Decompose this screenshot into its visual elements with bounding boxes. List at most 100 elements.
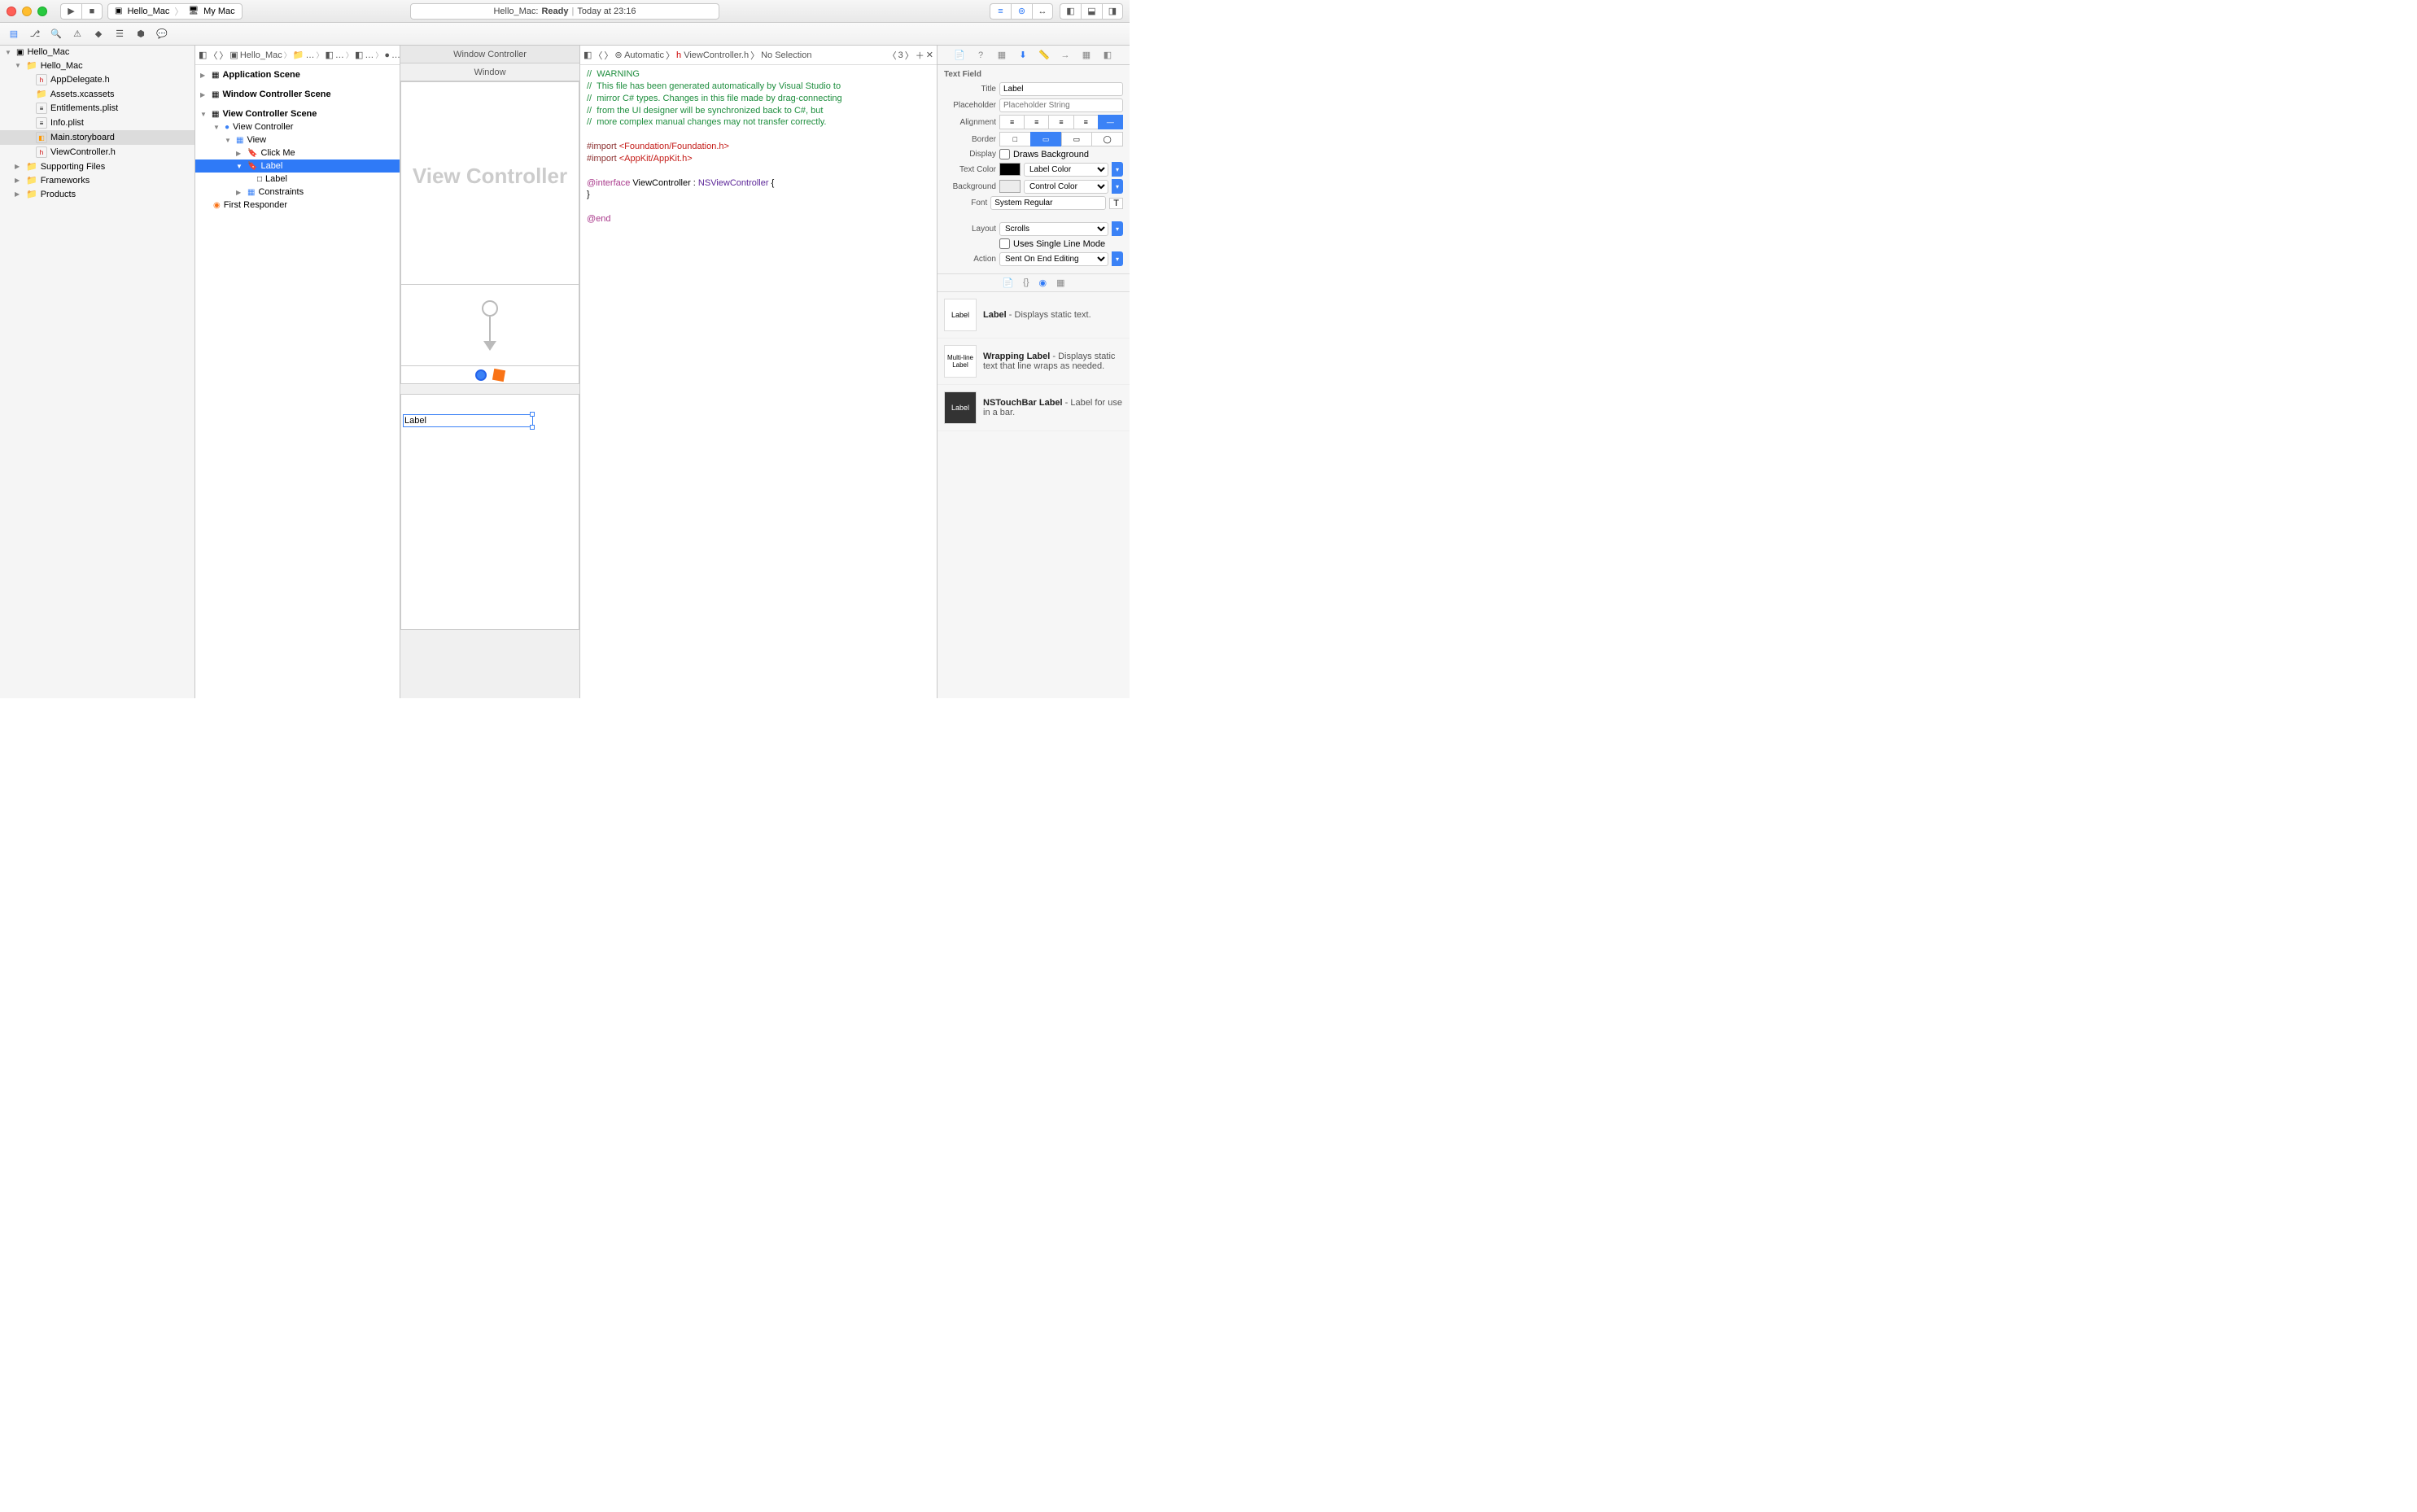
crumb-vc[interactable]: ● … — [384, 50, 400, 60]
outline-label-cell[interactable]: □Label — [195, 173, 400, 186]
counterpart-next-button[interactable]: 〉 — [905, 49, 914, 62]
back-button[interactable]: 〈 — [593, 49, 602, 62]
nav-file-viewcontroller[interactable]: hViewController.h — [0, 145, 194, 160]
project-navigator-tab[interactable]: ▤ — [7, 27, 21, 42]
layout-select[interactable]: Scrolls — [999, 222, 1108, 236]
outline-vc[interactable]: ▼●View Controller — [195, 120, 400, 133]
add-editor-button[interactable]: ＋ — [916, 49, 924, 62]
effects-inspector-tab[interactable]: ◧ — [1100, 48, 1115, 63]
background-color-select[interactable]: Control Color — [1024, 180, 1108, 194]
code-editor[interactable]: // WARNING // This file has been generat… — [580, 65, 937, 698]
outline-clickme[interactable]: ▶🔖Click Me — [195, 146, 400, 160]
report-tab[interactable]: 💬 — [155, 27, 169, 42]
close-window-button[interactable] — [7, 7, 16, 16]
toggle-debug-button[interactable]: ⬓ — [1081, 3, 1102, 20]
crumb-scene[interactable]: ◧ … — [355, 50, 374, 60]
back-button[interactable]: 〈 — [208, 49, 217, 62]
text-color-select[interactable]: Label Color — [1024, 163, 1108, 177]
library-item-wrapping-label[interactable]: Multi-line Label Wrapping Label - Displa… — [938, 339, 1130, 385]
object-library-tab[interactable]: ◉ — [1039, 277, 1047, 288]
crumb-file[interactable]: h ViewController.h — [676, 50, 749, 60]
font-input[interactable] — [990, 196, 1106, 210]
debug-tab[interactable]: ☰ — [112, 27, 127, 42]
resize-handle[interactable] — [530, 412, 535, 417]
font-picker-button[interactable]: T — [1109, 198, 1123, 209]
nav-file-entitlements[interactable]: ≡Entitlements.plist — [0, 101, 194, 116]
outline-label-selected[interactable]: ▼🔖Label — [195, 160, 400, 173]
action-select[interactable]: Sent On End Editing — [999, 252, 1108, 266]
nav-file-storyboard[interactable]: ◧Main.storyboard — [0, 130, 194, 145]
view-controller-dock-icon[interactable] — [475, 369, 487, 381]
crumb-folder[interactable]: 📁 … — [293, 50, 315, 60]
toggle-navigator-button[interactable]: ◧ — [1060, 3, 1081, 20]
file-inspector-tab[interactable]: 📄 — [952, 48, 967, 63]
activity-viewer[interactable]: Hello_Mac: Ready | Today at 23:16 — [410, 3, 719, 20]
outline-constraints[interactable]: ▶▦Constraints — [195, 186, 400, 199]
project-icon: ▣ — [16, 48, 24, 57]
minimize-window-button[interactable] — [22, 7, 32, 16]
file-template-tab[interactable]: 📄 — [1002, 277, 1013, 288]
placeholder-input[interactable] — [999, 98, 1123, 112]
assistant-editor: ◧ 〈 〉 ⊚ Automatic〉 h ViewController.h〉 N… — [580, 46, 938, 698]
nav-file-info[interactable]: ≡Info.plist — [0, 116, 194, 130]
background-color-swatch[interactable] — [999, 180, 1021, 193]
breakpoint-tab[interactable]: ⬢ — [133, 27, 148, 42]
canvas-label-selected[interactable]: Label — [403, 414, 533, 427]
outline-first-responder[interactable]: ◉First Responder — [195, 199, 400, 212]
test-tab[interactable]: ◆ — [91, 27, 106, 42]
attributes-inspector-tab[interactable]: ⬇ — [1016, 48, 1030, 63]
nav-group[interactable]: ▼📁Hello_Mac — [0, 59, 194, 72]
related-items-button[interactable]: ◧ — [583, 50, 592, 60]
title-input[interactable] — [999, 82, 1123, 96]
single-line-checkbox[interactable] — [999, 238, 1010, 249]
draws-background-checkbox[interactable] — [999, 149, 1010, 160]
outline-app-scene[interactable]: ▶▦Application Scene — [195, 68, 400, 81]
library-item-label[interactable]: Label Label - Displays static text. — [938, 292, 1130, 339]
crumb-project[interactable]: ▣ Hello_Mac — [229, 50, 282, 60]
forward-button[interactable]: 〉 — [219, 49, 228, 62]
nav-supporting[interactable]: ▶📁Supporting Files — [0, 160, 194, 173]
connections-inspector-tab[interactable]: → — [1058, 48, 1073, 63]
find-tab[interactable]: 🔍 — [49, 27, 63, 42]
border-segment[interactable]: □▭▭◯ — [999, 132, 1123, 146]
crumb-selection[interactable]: No Selection — [761, 50, 811, 60]
related-items-button[interactable]: ◧ — [199, 50, 207, 60]
nav-frameworks[interactable]: ▶📁Frameworks — [0, 173, 194, 187]
assistant-editor-button[interactable]: ⊚ — [1011, 3, 1032, 20]
run-button[interactable]: ▶ — [60, 3, 81, 20]
canvas-view-body[interactable]: Label — [400, 394, 579, 630]
standard-editor-button[interactable]: ≡ — [990, 3, 1011, 20]
stop-button[interactable]: ■ — [81, 3, 103, 20]
alignment-segment[interactable]: ≡≡≡≡— — [999, 115, 1123, 129]
help-inspector-tab[interactable]: ? — [973, 48, 988, 63]
nav-products[interactable]: ▶📁Products — [0, 187, 194, 201]
crumb-automatic[interactable]: ⊚ Automatic — [614, 50, 664, 60]
identity-inspector-tab[interactable]: ▦ — [994, 48, 1009, 63]
outline-view[interactable]: ▼▦View — [195, 133, 400, 146]
nav-file-assets[interactable]: 📁Assets.xcassets — [0, 87, 194, 101]
toggle-inspector-button[interactable]: ◨ — [1102, 3, 1123, 20]
bindings-inspector-tab[interactable]: ▦ — [1079, 48, 1094, 63]
source-control-tab[interactable]: ⎇ — [28, 27, 42, 42]
counterpart-prev-button[interactable]: 〈 — [888, 49, 897, 62]
issues-tab[interactable]: ⚠ — [70, 27, 85, 42]
close-editor-button[interactable]: ✕ — [926, 50, 933, 60]
code-snippet-tab[interactable]: {} — [1023, 277, 1029, 288]
text-color-swatch[interactable] — [999, 163, 1021, 176]
segue-arrow[interactable] — [400, 285, 579, 366]
nav-root[interactable]: ▼▣Hello_Mac — [0, 46, 194, 59]
crumb-file[interactable]: ◧ … — [326, 50, 344, 60]
nav-file-appdelegate[interactable]: hAppDelegate.h — [0, 72, 194, 87]
version-editor-button[interactable]: ↔ — [1032, 3, 1053, 20]
zoom-window-button[interactable] — [37, 7, 47, 16]
first-responder-dock-icon[interactable] — [492, 368, 505, 381]
outline-vc-scene[interactable]: ▼▦View Controller Scene — [195, 107, 400, 120]
scheme-selector[interactable]: ▣ Hello_Mac 〉 🖥 My Mac — [107, 3, 243, 20]
resize-handle[interactable] — [530, 425, 535, 430]
canvas-window-body[interactable]: View Controller — [400, 81, 579, 285]
library-item-touchbar-label[interactable]: Label NSTouchBar Label - Label for use i… — [938, 385, 1130, 431]
media-library-tab[interactable]: ▦ — [1056, 277, 1064, 288]
outline-win-scene[interactable]: ▶▦Window Controller Scene — [195, 88, 400, 101]
size-inspector-tab[interactable]: 📏 — [1037, 48, 1051, 63]
forward-button[interactable]: 〉 — [604, 49, 613, 62]
